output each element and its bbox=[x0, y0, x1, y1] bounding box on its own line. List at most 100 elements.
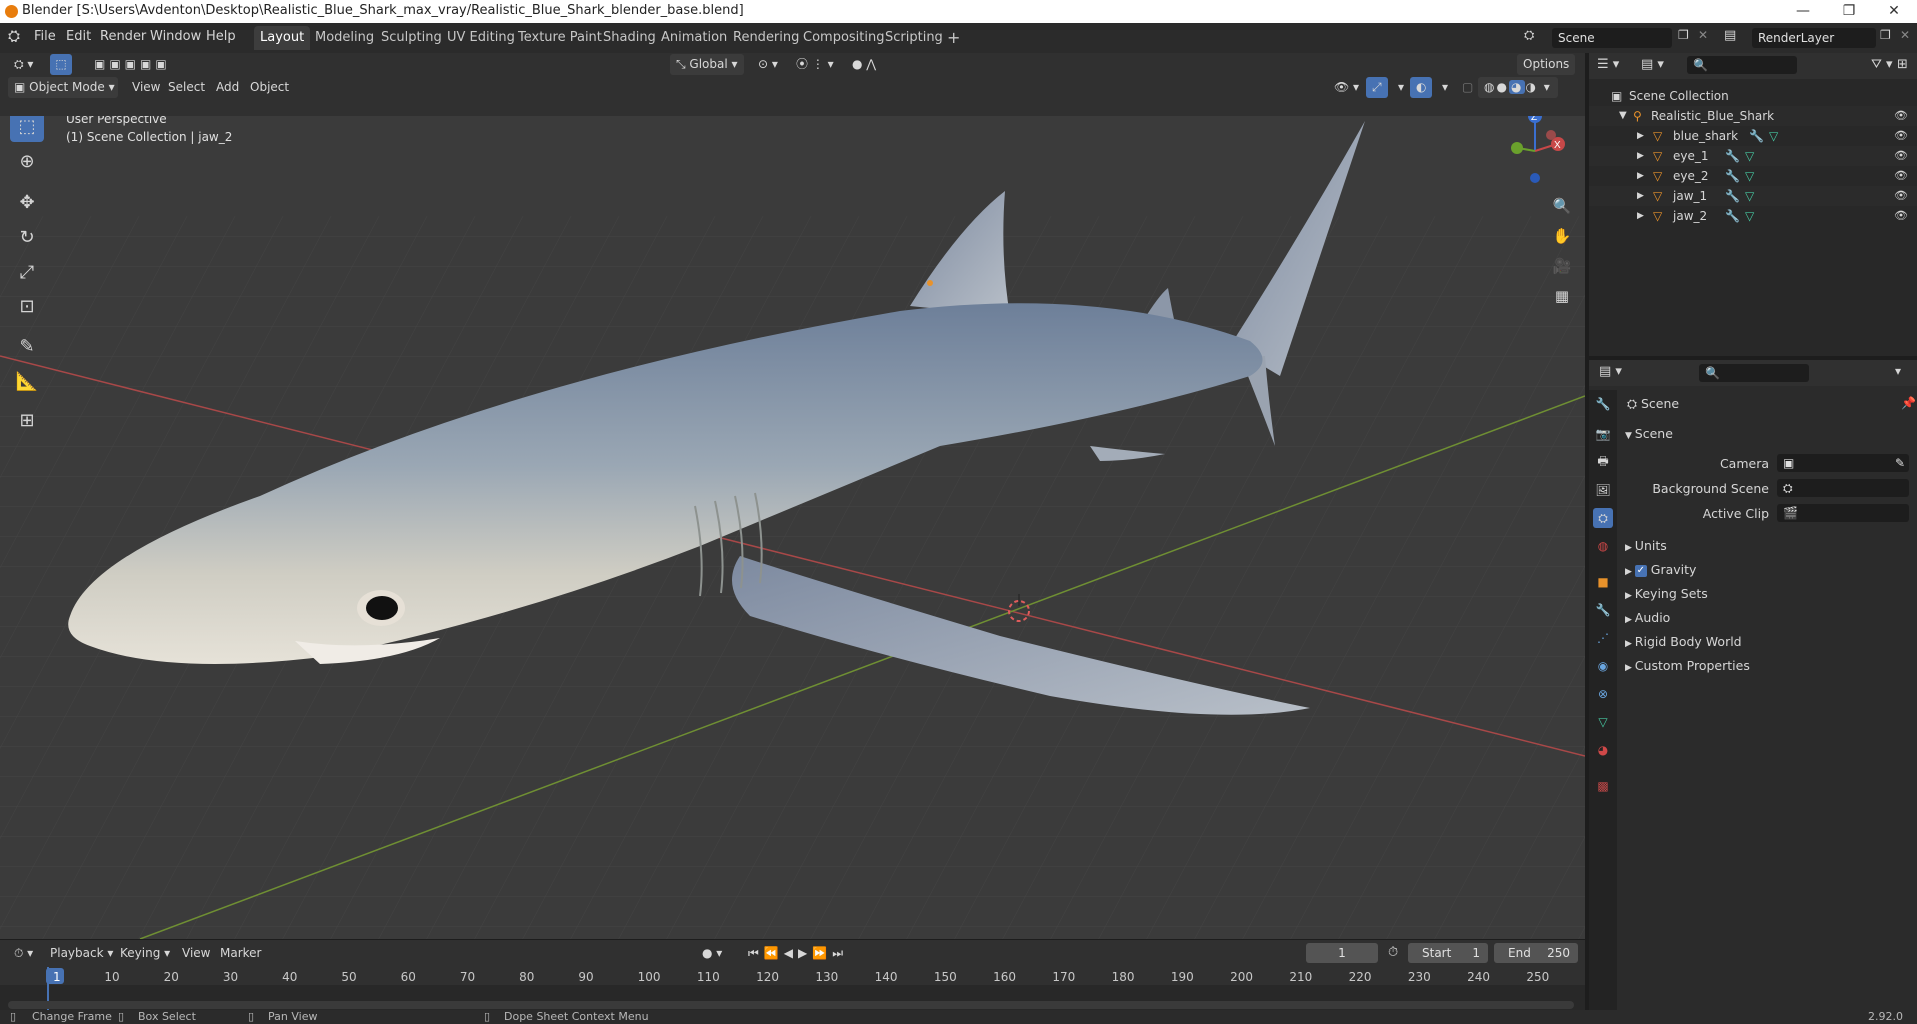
visibility-icon[interactable]: 👁 ▾ bbox=[1328, 77, 1365, 98]
stopwatch-icon[interactable]: ⏱ bbox=[1388, 945, 1398, 960]
close-button[interactable]: ✕ bbox=[1871, 0, 1917, 23]
visibility-eye-icon[interactable]: 👁 bbox=[1894, 206, 1908, 226]
3d-viewport[interactable]: User Perspective (1) Scene Collection | … bbox=[0, 116, 1585, 939]
camera-view-icon[interactable]: 🎥 bbox=[1548, 252, 1576, 280]
material-preview-icon[interactable]: ◕ bbox=[1508, 80, 1526, 94]
area-divider[interactable] bbox=[1589, 356, 1917, 360]
menu-object[interactable]: Object bbox=[244, 77, 295, 98]
play-icon[interactable]: ▶ bbox=[798, 946, 812, 960]
minimize-button[interactable]: — bbox=[1780, 0, 1826, 23]
tab-compositing[interactable]: Compositing bbox=[797, 26, 891, 50]
outliner-object-row[interactable]: ▶ ▽ eye_2 🔧 ▽ 👁 bbox=[1589, 166, 1917, 186]
next-keyframe-icon[interactable]: ⏩ bbox=[812, 946, 832, 960]
editor-type-icon[interactable]: ⛭ bbox=[8, 27, 20, 45]
expand-arrow-icon[interactable]: ▶ bbox=[1637, 146, 1644, 166]
gravity-section[interactable]: ▶ ✓ Gravity bbox=[1625, 562, 1696, 577]
visibility-eye-icon[interactable]: 👁 bbox=[1894, 106, 1908, 126]
outliner-root[interactable]: ▣ Scene Collection bbox=[1589, 86, 1917, 106]
expand-arrow-icon[interactable]: ▶ bbox=[1637, 186, 1644, 206]
shading-mode-icons[interactable]: ◍● ◕ ◑ ▾ bbox=[1478, 77, 1558, 98]
gravity-checkbox[interactable]: ✓ bbox=[1634, 564, 1647, 577]
gizmo-dropdown-icon[interactable]: ▾ bbox=[1392, 77, 1410, 98]
timeline-editor-icon[interactable]: ⏱ ▾ bbox=[8, 943, 39, 964]
display-mode-icon[interactable]: ▤ ▾ bbox=[1641, 57, 1664, 72]
options-dropdown[interactable]: Options bbox=[1517, 54, 1576, 75]
world-tab-icon[interactable]: ◍ bbox=[1593, 536, 1613, 556]
scene-name-field[interactable]: Scene bbox=[1552, 28, 1672, 48]
camera-field[interactable]: ▣ ✎ bbox=[1777, 454, 1909, 472]
menu-add[interactable]: Add bbox=[210, 77, 245, 98]
ortho-grid-icon[interactable]: ▦ bbox=[1548, 282, 1576, 310]
tab-animation[interactable]: Animation bbox=[655, 26, 733, 50]
select-tool-icon[interactable]: ⬚ bbox=[50, 54, 72, 75]
scene-copy-icon[interactable]: ❐ bbox=[1678, 28, 1689, 42]
overlay-toggle-icon[interactable]: ◐ bbox=[1410, 77, 1433, 98]
tab-modeling[interactable]: Modeling bbox=[309, 26, 380, 50]
area-divider[interactable] bbox=[1585, 53, 1589, 1010]
add-cube-tool-icon[interactable]: ⊞ bbox=[10, 404, 44, 436]
jump-start-icon[interactable]: ⏮ bbox=[748, 946, 764, 960]
visibility-eye-icon[interactable]: 👁 bbox=[1894, 146, 1908, 166]
menu-render[interactable]: Render bbox=[100, 29, 146, 44]
outliner-editor-icon[interactable]: ☰ ▾ bbox=[1597, 57, 1619, 72]
timeline-area[interactable]: 1 10 20 30 40 50 60 70 80 90 100 110 120 130 140 150 160… bbox=[0, 967, 1585, 1010]
output-tab-icon[interactable]: 🖶 bbox=[1593, 452, 1613, 472]
start-frame-field[interactable]: Start 1 bbox=[1408, 943, 1488, 963]
modifier-tab-icon[interactable]: 🔧 bbox=[1593, 600, 1613, 620]
tab-sculpting[interactable]: Sculpting bbox=[375, 26, 448, 50]
outliner-collection-row[interactable]: ▼ ⚲ Realistic_Blue_Shark 👁 bbox=[1589, 106, 1917, 126]
texture-tab-icon[interactable]: ▩ bbox=[1593, 776, 1613, 796]
gizmo-toggle-icon[interactable]: ⤢ bbox=[1366, 77, 1388, 98]
tab-layout[interactable]: Layout bbox=[254, 26, 311, 50]
record-icon[interactable]: ● ▾ bbox=[696, 943, 728, 964]
tab-shading[interactable]: Shading bbox=[597, 26, 662, 50]
scene-delete-icon[interactable]: ✕ bbox=[1698, 28, 1708, 42]
outliner-object-row[interactable]: ▶ ▽ jaw_2 🔧 ▽ 👁 bbox=[1589, 206, 1917, 226]
scene-panel-header[interactable]: ▼ Scene bbox=[1625, 426, 1673, 441]
overlay-dropdown-icon[interactable]: ▾ bbox=[1436, 77, 1454, 98]
tab-rendering[interactable]: Rendering bbox=[727, 26, 805, 50]
rotate-tool-icon[interactable]: ↻ bbox=[10, 221, 44, 253]
outliner-object-row[interactable]: ▶ ▽ blue_shark 🔧 ▽ 👁 bbox=[1589, 126, 1917, 146]
properties-options-icon[interactable]: ▾ bbox=[1895, 364, 1901, 378]
play-reverse-icon[interactable]: ◀ bbox=[784, 946, 798, 960]
units-section[interactable]: ▶ Units bbox=[1625, 538, 1667, 553]
expand-arrow-icon[interactable]: ▶ bbox=[1637, 166, 1644, 186]
audio-section[interactable]: ▶ Audio bbox=[1625, 610, 1670, 625]
tab-texture-paint[interactable]: Texture Paint bbox=[512, 26, 608, 50]
outliner-object-row[interactable]: ▶ ▽ jaw_1 🔧 ▽ 👁 bbox=[1589, 186, 1917, 206]
maximize-button[interactable]: ❐ bbox=[1826, 0, 1872, 23]
expand-arrow-icon[interactable]: ▼ bbox=[1619, 106, 1627, 126]
properties-editor-icon[interactable]: ▤ ▾ bbox=[1599, 364, 1622, 379]
timeline-scrollbar[interactable] bbox=[8, 1001, 1574, 1009]
scale-tool-icon[interactable]: ⤢ bbox=[10, 256, 44, 288]
navigation-gizmo[interactable]: Z X bbox=[1500, 116, 1570, 186]
scene-tab-icon[interactable]: ⛭ bbox=[1593, 508, 1613, 528]
transform-tool-icon[interactable]: ⊡ bbox=[10, 290, 44, 322]
menu-window[interactable]: Window bbox=[150, 29, 201, 44]
visibility-eye-icon[interactable]: 👁 bbox=[1894, 166, 1908, 186]
selection-mode-icons[interactable]: ▣▣▣▣▣ bbox=[88, 54, 177, 75]
outliner-object-row[interactable]: ▶ ▽ eye_1 🔧 ▽ 👁 bbox=[1589, 146, 1917, 166]
keying-sets-section[interactable]: ▶ Keying Sets bbox=[1625, 586, 1708, 601]
scene-browse-icon[interactable]: ⛭ bbox=[1524, 28, 1534, 43]
visibility-eye-icon[interactable]: 👁 bbox=[1894, 186, 1908, 206]
annotate-tool-icon[interactable]: ✎ bbox=[10, 330, 44, 362]
xray-icon[interactable]: ▢ bbox=[1456, 77, 1479, 98]
active-clip-field[interactable]: 🎬 bbox=[1777, 504, 1909, 522]
keying-menu[interactable]: Keying ▾ bbox=[114, 943, 176, 964]
playback-controls[interactable]: ⏮⏪◀▶⏩⏭ bbox=[742, 943, 854, 964]
end-frame-field[interactable]: End 250 bbox=[1494, 943, 1578, 963]
outliner-search-input[interactable]: 🔍 bbox=[1687, 56, 1797, 74]
transform-orientation-dropdown[interactable]: ⤡ Global ▾ bbox=[670, 54, 744, 75]
object-mode-dropdown[interactable]: ▣ Object Mode ▾ bbox=[8, 77, 118, 98]
menu-edit[interactable]: Edit bbox=[66, 29, 91, 44]
render-layer-field[interactable]: RenderLayer bbox=[1752, 28, 1876, 48]
physics-tab-icon[interactable]: ◉ bbox=[1593, 656, 1613, 676]
zoom-icon[interactable]: 🔍 bbox=[1548, 192, 1576, 220]
render-tab-icon[interactable]: 📷 bbox=[1593, 424, 1613, 444]
cursor-tool-icon[interactable]: ⊕ bbox=[10, 145, 44, 177]
object-tab-icon[interactable]: ■ bbox=[1593, 572, 1613, 592]
select-box-tool-icon[interactable]: ⬚ bbox=[10, 116, 44, 142]
marker-menu[interactable]: Marker bbox=[214, 943, 267, 964]
